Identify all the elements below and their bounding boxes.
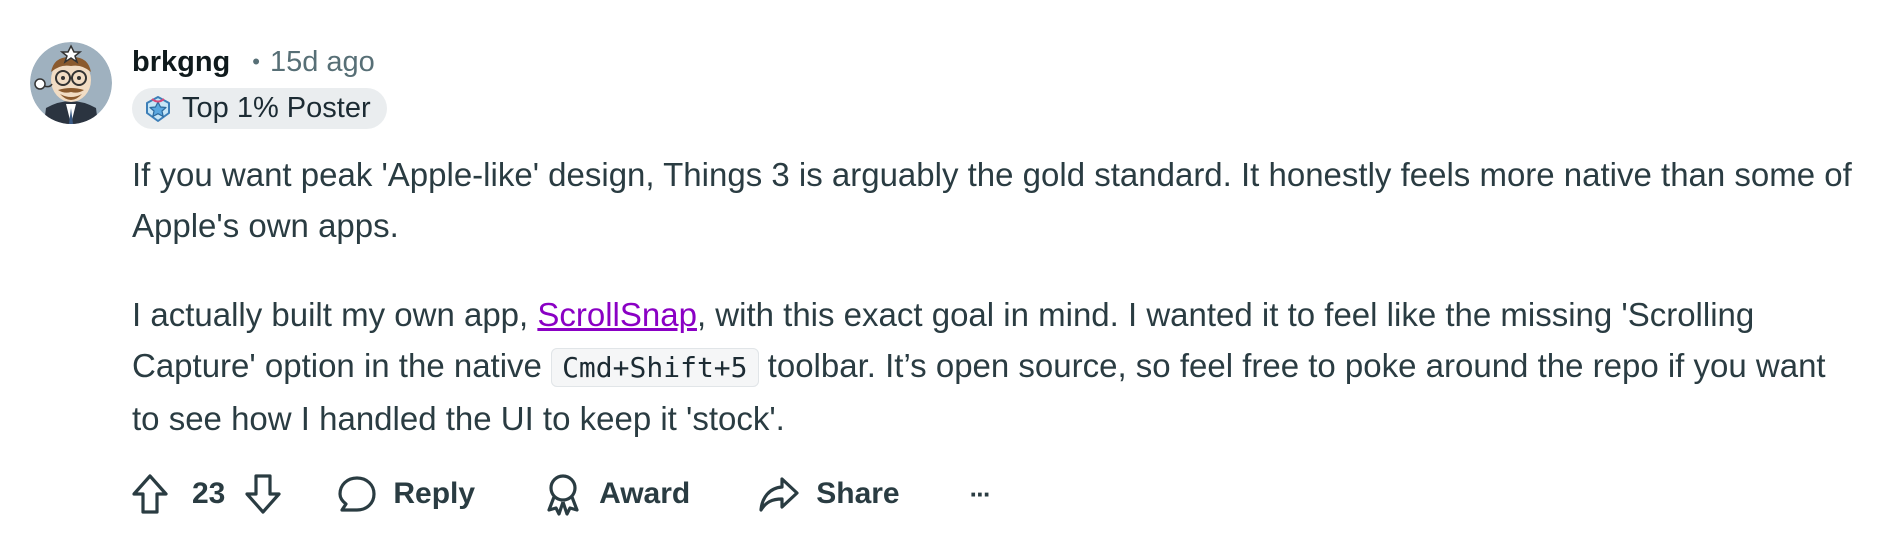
inline-code: Cmd+Shift+5 [551,348,759,387]
author-username[interactable]: brkgng [132,46,230,79]
user-flair: Top 1% Poster [132,88,387,129]
comment-paragraph: I actually built my own app, ScrollSnap,… [132,289,1862,444]
award-label: Award [599,477,691,510]
downvote-arrow-icon [245,474,281,514]
award-button[interactable]: Award [543,472,690,516]
paragraph-text: I actually built my own app, [132,296,538,333]
more-options-button[interactable]: ··· [969,478,992,510]
comment-paragraph: If you want peak 'Apple-like' design, Th… [132,156,1852,244]
comment-body: If you want peak 'Apple-like' design, Th… [132,149,1862,444]
avatar[interactable] [30,42,112,124]
comment: brkgng • 15d ago Top 1% Poster If you wa… [0,0,1886,558]
flair-label: Top 1% Poster [182,92,371,124]
upvote-button[interactable] [130,472,170,516]
speech-bubble-icon [338,476,376,512]
reply-label: Reply [393,477,476,510]
scrollsnap-link[interactable]: ScrollSnap [537,296,697,333]
vote-count: 23 [192,477,226,510]
cartoon-avatar-icon [30,42,112,124]
share-button[interactable]: Share [758,474,900,514]
timestamp[interactable]: 15d ago [270,46,375,79]
share-label: Share [816,477,900,510]
comment-header: brkgng • 15d ago [132,40,375,84]
more-options-icon: ··· [969,478,992,509]
award-ribbon-icon [547,474,579,516]
downvote-button[interactable] [243,472,283,516]
poster-badge-icon [146,95,170,122]
share-arrow-icon [759,477,799,512]
reply-button[interactable]: Reply [337,474,475,514]
upvote-arrow-icon [132,474,168,514]
comment-actions: 23 Reply Award Share ··· [130,468,992,520]
meta-separator: • [252,49,260,74]
